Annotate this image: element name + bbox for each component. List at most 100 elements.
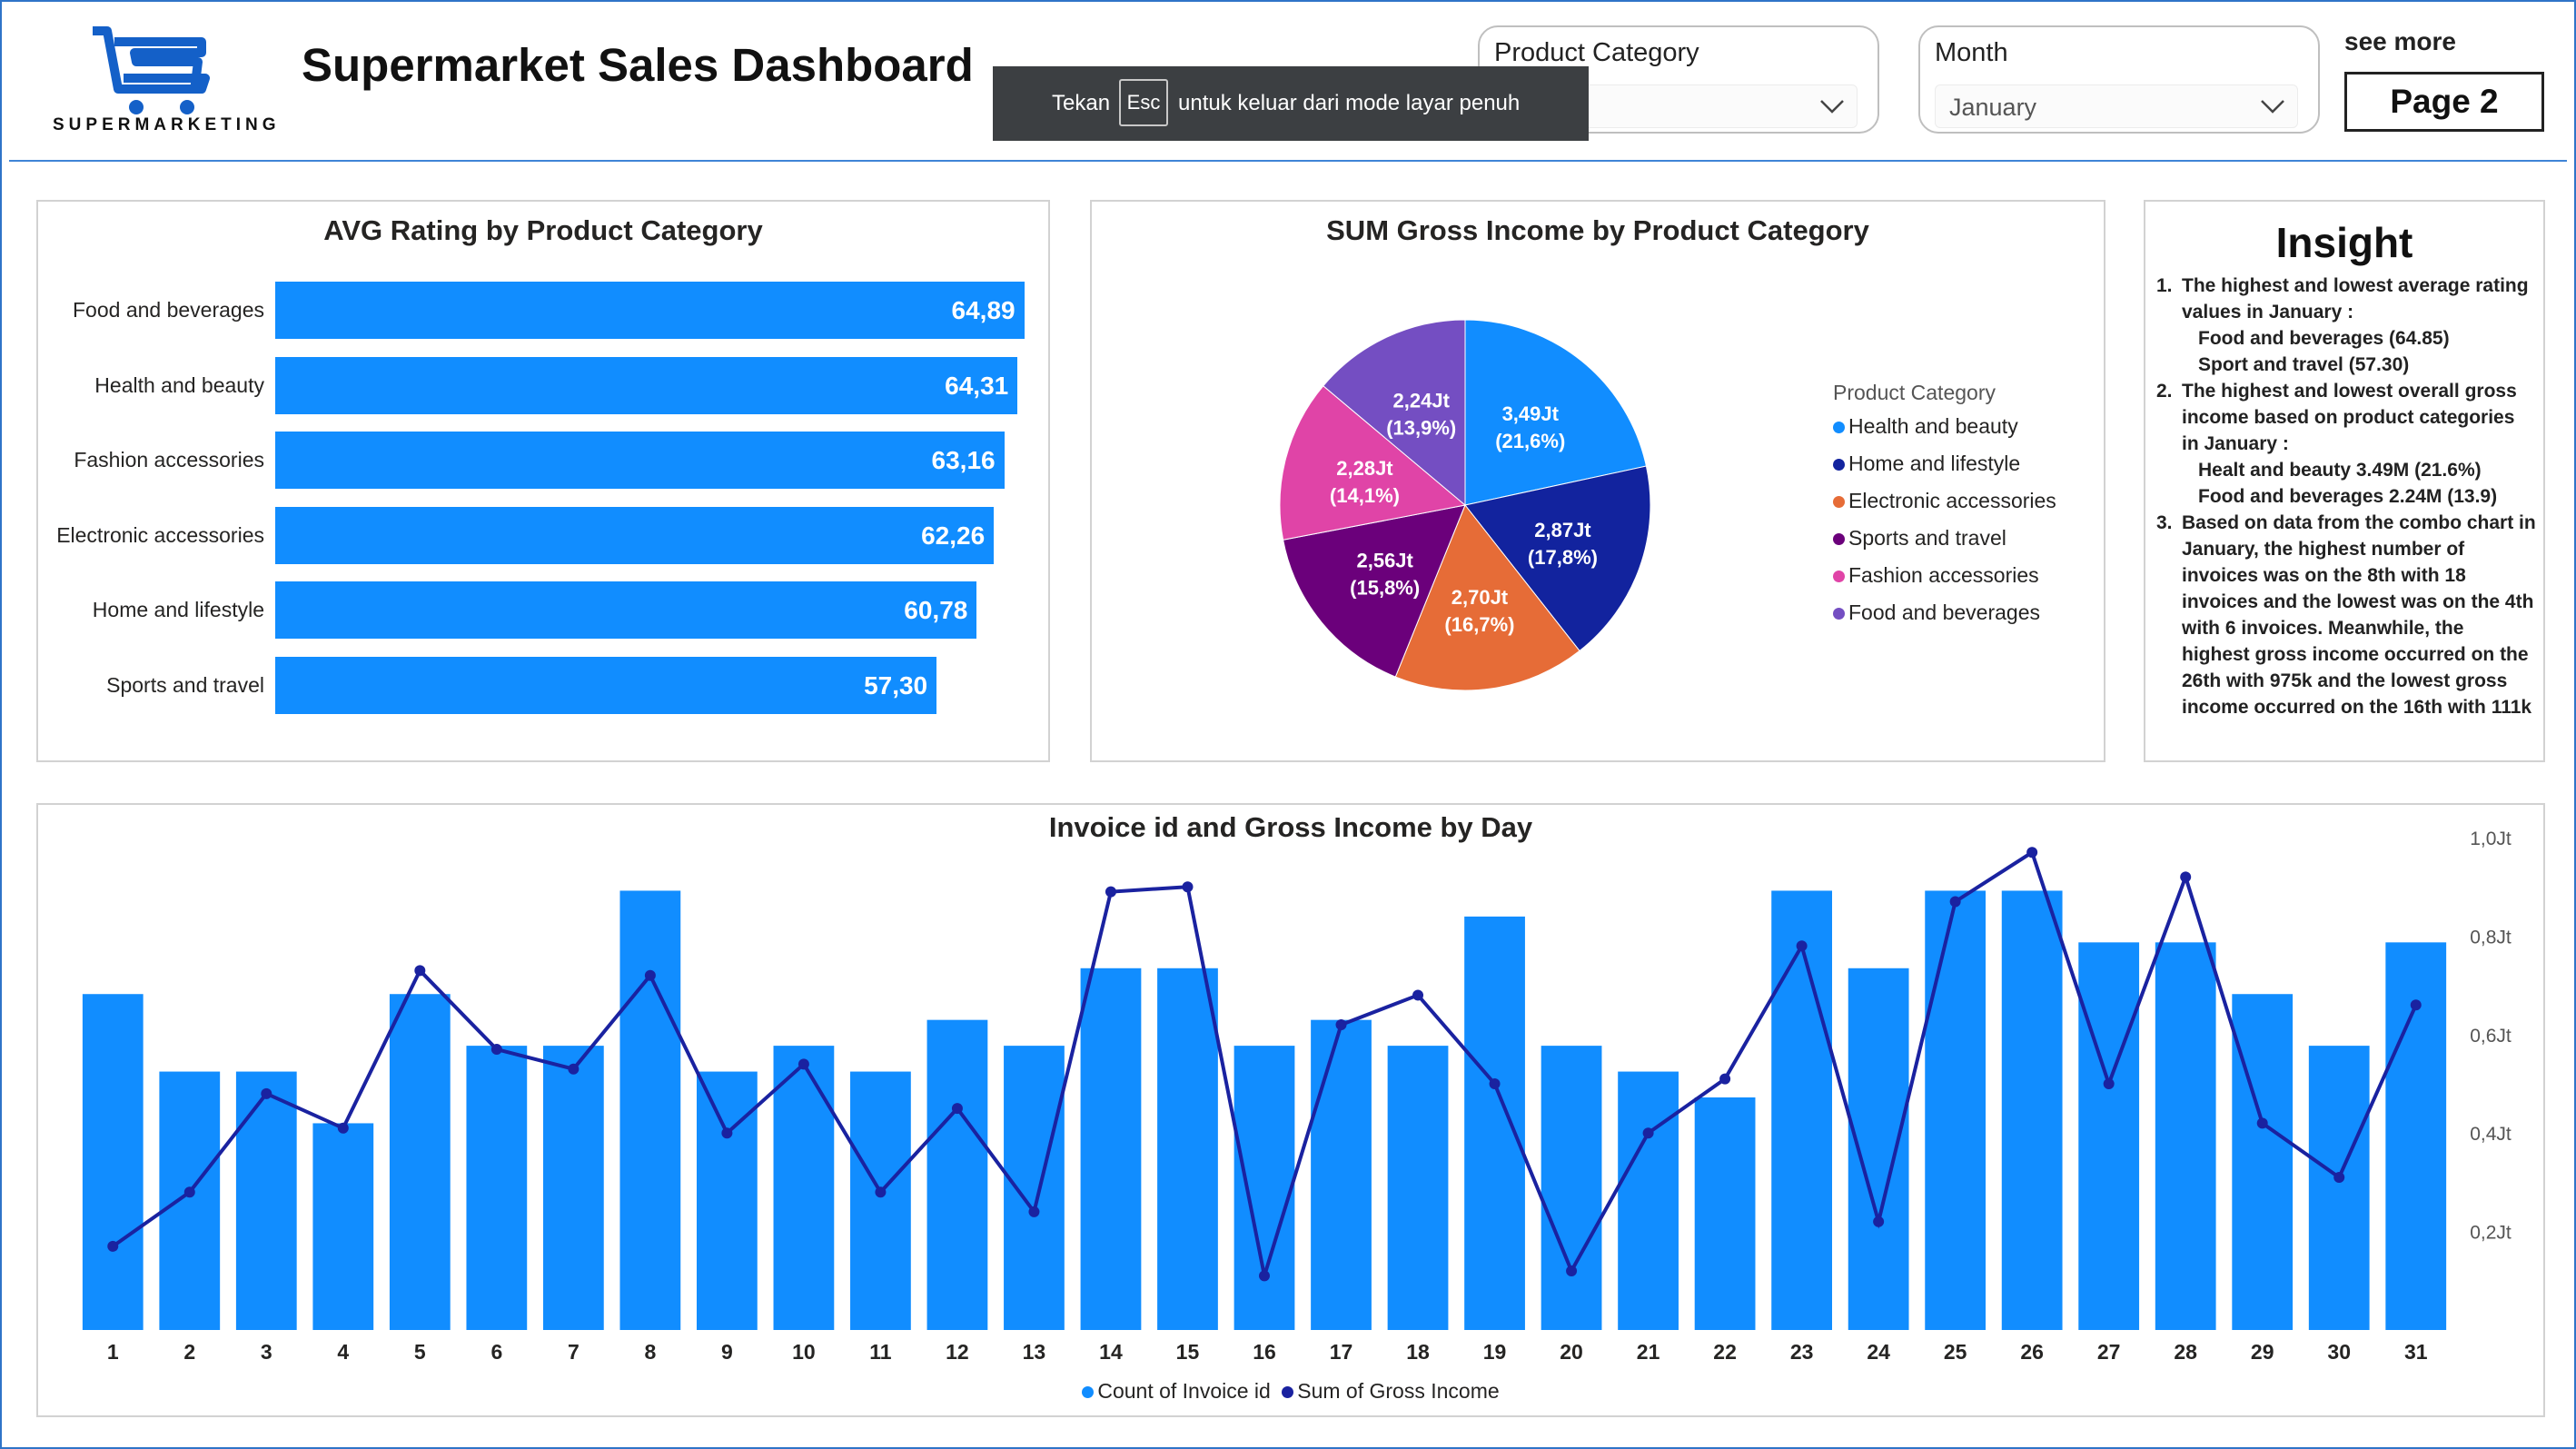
gross-income-point (337, 1122, 349, 1134)
gross-income-point (261, 1087, 272, 1099)
gross-income-point (490, 1044, 502, 1056)
pie-legend-item[interactable]: Home and lifestyle (1833, 452, 2056, 489)
x-axis-day-label: 12 (946, 1340, 969, 1364)
combo-chart: 1 2 3 4 5 6 7 8 9 10 11 12 13 14 15 16 17 18 19 20 21 22 23 24 2… (82, 829, 2512, 1364)
chevron-down-icon (2261, 100, 2284, 114)
rating-bar[interactable]: 63,16 (275, 432, 1005, 490)
gross-income-point (1642, 1127, 1654, 1139)
pie-value-label: 2,70Jt (1451, 586, 1509, 609)
invoice-count-bar (1771, 890, 1832, 1330)
x-axis-day-label: 11 (869, 1340, 892, 1364)
gross-income-point (1489, 1078, 1501, 1089)
invoice-count-bar (2078, 942, 2140, 1330)
x-axis-day-label: 3 (261, 1340, 272, 1364)
pie-legend-title: Product Category (1833, 381, 1996, 404)
bar-category-label: Home and lifestyle (92, 598, 264, 622)
page-2-button[interactable]: Page 2 (2344, 72, 2544, 132)
y-axis-tick-label: 1,0Jt (2470, 829, 2512, 849)
invoice-count-bar (1464, 916, 1525, 1330)
legend-dot (1833, 533, 1845, 546)
invoice-count-bar (312, 1123, 374, 1330)
x-axis-day-label: 24 (1867, 1340, 1890, 1364)
gross-income-point (2256, 1117, 2268, 1129)
bar-category-label: Sports and travel (106, 673, 264, 697)
x-axis-day-label: 6 (490, 1340, 502, 1364)
invoice-gross-income-card: Invoice id and Gross Income by Day 12345… (36, 803, 2545, 1417)
insight-sub-item: Healt and beauty 3.49M (21.6%) (2198, 460, 2482, 481)
pie-value-label: 2,87Jt (1534, 519, 1591, 541)
x-axis-day-label: 7 (568, 1340, 580, 1364)
gross-income-point (1566, 1265, 1578, 1276)
gross-income-point (875, 1186, 887, 1198)
gross-income-point (1719, 1073, 1731, 1085)
fullscreen-toast: Tekan Esc untuk keluar dari mode layar p… (993, 66, 1589, 141)
x-axis-day-label: 22 (1713, 1340, 1737, 1364)
slicer-label: Product Category (1494, 38, 1699, 67)
insight-sub-item: Food and beverages 2.24M (13.9) (2198, 486, 2498, 507)
invoice-count-bar (466, 1046, 528, 1330)
insight-text: The highest and lowest average rating va… (2182, 275, 2529, 323)
x-axis-day-label: 27 (2097, 1340, 2121, 1364)
rating-bar[interactable]: 60,78 (275, 581, 977, 640)
gross-income-point (1028, 1206, 1040, 1217)
insight-title: Insight (2275, 219, 2413, 266)
pie-legend-item[interactable]: Electronic accessories (1833, 489, 2056, 526)
legend-dot (1833, 571, 1845, 583)
insight-sub-item: Food and beverages (64.85) (2198, 328, 2450, 349)
x-axis-day-label: 15 (1176, 1340, 1200, 1364)
bar-category-label: Fashion accessories (74, 448, 264, 472)
x-axis-day-label: 31 (2404, 1340, 2428, 1364)
x-axis-day-label: 17 (1330, 1340, 1353, 1364)
insight-item: 3. Based on data from the combo chart in … (2156, 510, 2536, 720)
gross-income-point (183, 1186, 195, 1198)
month-slicer[interactable]: Month January (1918, 25, 2320, 134)
invoice-count-bar (850, 1071, 911, 1330)
chevron-down-icon (1820, 100, 1844, 114)
invoice-count-bar (2308, 1046, 2370, 1330)
avg-rating-card: AVG Rating by Product Category Food and … (36, 200, 1050, 762)
esc-key-badge: Esc (1119, 79, 1168, 126)
legend-dot-line (1282, 1386, 1294, 1399)
gross-income-point (1182, 881, 1194, 893)
rating-bar[interactable]: 64,31 (275, 356, 1018, 414)
gross-income-point (951, 1103, 963, 1115)
y-axis-tick-label: 0,4Jt (2470, 1124, 2512, 1145)
invoice-count-bar (159, 1071, 221, 1330)
pie-legend-item[interactable]: Fashion accessories (1833, 563, 2056, 600)
pie-percent-label: (15,8%) (1350, 576, 1420, 599)
x-axis-day-label: 23 (1790, 1340, 1814, 1364)
rating-bar[interactable]: 57,30 (275, 657, 937, 714)
x-axis-day-label: 8 (644, 1340, 656, 1364)
y-axis-tick-label: 0,6Jt (2470, 1026, 2512, 1047)
toast-message: untuk keluar dari mode layar penuh (1178, 91, 1521, 115)
insight-card: Insight 1. The highest and lowest average… (2144, 200, 2545, 762)
x-axis-day-label: 10 (792, 1340, 816, 1364)
pie-legend-item[interactable]: Health and beauty (1833, 414, 2056, 452)
insight-list: 1. The highest and lowest average rating … (2156, 273, 2536, 720)
gross-income-point (1412, 989, 1424, 1001)
legend-label: Electronic accessories (1848, 489, 2056, 512)
pie-legend-item[interactable]: Food and beverages (1833, 600, 2056, 638)
x-axis-day-label: 9 (721, 1340, 733, 1364)
rating-bar[interactable]: 62,26 (275, 506, 995, 564)
combo-legend: Count of Invoice id Sum of Gross Income (38, 1379, 2543, 1404)
pie-legend-item[interactable]: Sports and travel (1833, 526, 2056, 563)
invoice-count-bar (1925, 890, 1986, 1330)
avg-rating-bars: Food and beverages 64,89 Health and beauty… (38, 202, 1052, 764)
pie-percent-label: (13,9%) (1386, 416, 1456, 439)
gross-income-point (107, 1240, 119, 1252)
gross-income-point (1259, 1270, 1270, 1282)
legend-label: Food and beverages (1848, 600, 2040, 624)
gross-income-point (2103, 1078, 2115, 1089)
rating-bar[interactable]: 64,89 (275, 282, 1025, 339)
month-dropdown[interactable]: January (1935, 84, 2298, 128)
pie-value-label: 2,28Jt (1336, 457, 1393, 480)
x-axis-day-label: 26 (2020, 1340, 2044, 1364)
header-divider (9, 160, 2567, 162)
pie-percent-label: (17,8%) (1528, 546, 1598, 569)
gross-income-pie-card: SUM Gross Income by Product Category 3,4… (1090, 200, 2105, 762)
legend-dot (1833, 422, 1845, 434)
bar-value-label: 62,26 (921, 521, 986, 550)
gross-income-point (414, 965, 426, 977)
gross-income-point (721, 1127, 733, 1139)
